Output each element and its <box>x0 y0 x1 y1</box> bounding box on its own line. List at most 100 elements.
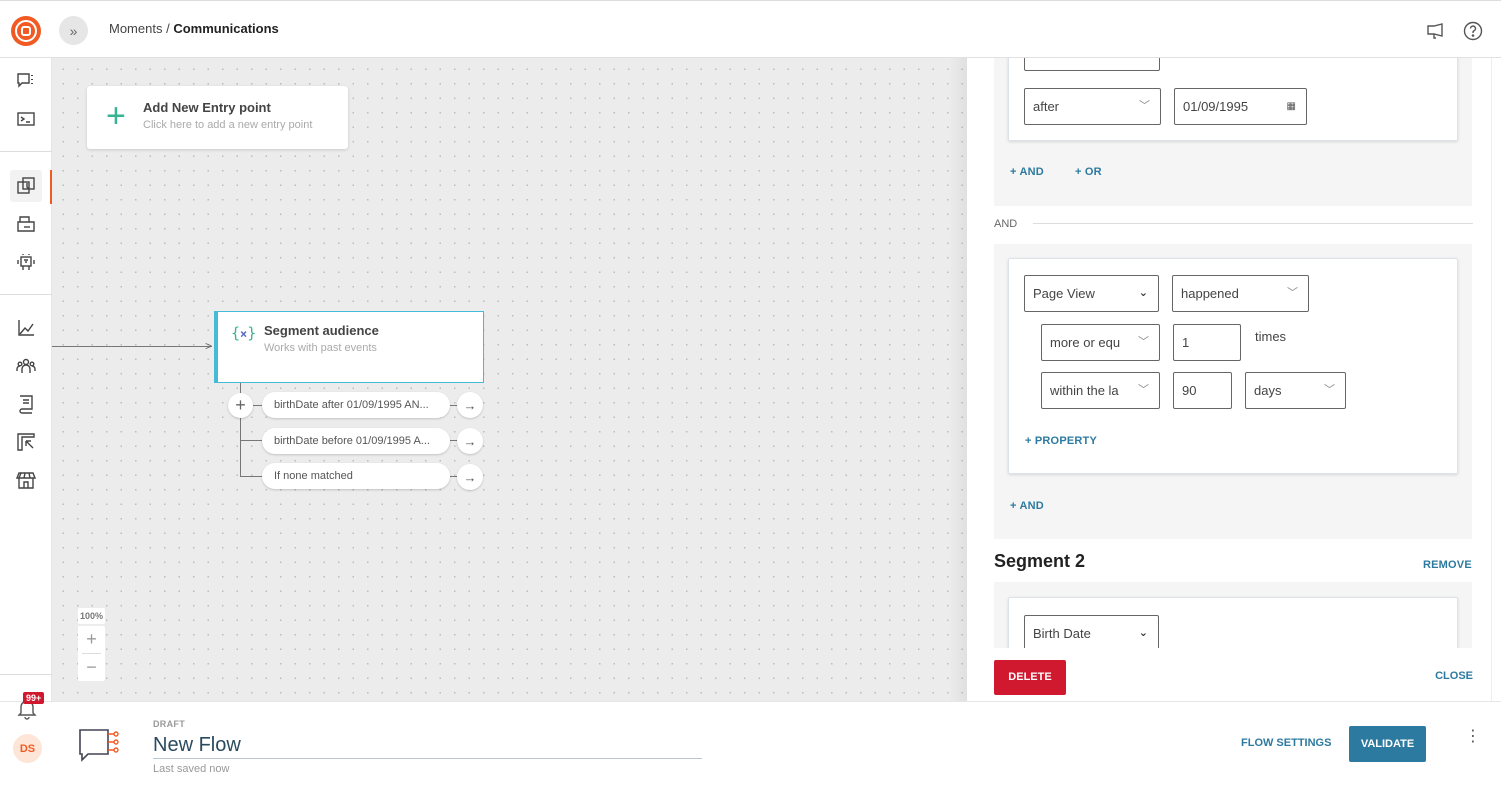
moments-icon <box>17 177 35 194</box>
zoom-out-button[interactable]: − <box>78 654 105 681</box>
occurrence-select[interactable]: happened ﹀ <box>1172 275 1309 312</box>
segment-2-title: Segment 2 <box>994 551 1086 571</box>
arrow-right-icon: → <box>463 469 477 485</box>
nav-divider <box>0 674 52 675</box>
variable-icon: {×} <box>231 324 257 342</box>
count-unit-label: times <box>1255 329 1287 344</box>
add-and-condition[interactable]: + AND <box>1010 500 1044 512</box>
rule-card: Page View ⌄ happened ﹀ more or equ ﹀ 1 time… <box>1008 258 1458 474</box>
date-input[interactable]: 01/09/1995 ▦ <box>1174 88 1307 125</box>
add-entry-point-card[interactable]: + Add New Entry point Click here to add … <box>87 86 348 149</box>
zoom-controls: + − <box>78 626 105 681</box>
announcements-icon[interactable] <box>1426 21 1446 41</box>
arrow-right-icon: → <box>463 397 477 413</box>
campaigns-icon <box>17 216 35 232</box>
breadcrumb: Moments / Communications <box>109 21 279 36</box>
flow-canvas[interactable]: + Add New Entry point Click here to add … <box>52 58 967 701</box>
delete-button[interactable]: DELETE <box>994 660 1066 695</box>
breadcrumb-moments[interactable]: Moments <box>109 21 162 36</box>
time-operator-select[interactable]: within the la ﹀ <box>1041 372 1160 409</box>
arrow-right-icon: → <box>463 433 477 449</box>
panel-footer: DELETE CLOSE <box>967 648 1491 701</box>
nav-exchange[interactable] <box>10 426 42 458</box>
nav-campaigns[interactable] <box>10 208 42 240</box>
validate-button[interactable]: VALIDATE <box>1349 726 1426 762</box>
add-or-condition[interactable]: + OR <box>1075 166 1102 178</box>
branch-item[interactable]: birthDate after 01/09/1995 AN... <box>262 392 450 418</box>
docs-icon <box>19 395 33 414</box>
branch-item[interactable]: birthDate before 01/09/1995 A... <box>262 428 450 454</box>
analytics-icon <box>18 320 34 336</box>
time-unit-select[interactable]: days ﹀ <box>1245 372 1346 409</box>
close-button[interactable]: CLOSE <box>1435 670 1473 682</box>
bottom-bar: 99+ DS DRAFT Last saved now FLOW SETTING… <box>0 692 1501 785</box>
top-bar: » Moments / Communications <box>0 0 1501 58</box>
store-icon <box>16 472 36 489</box>
breadcrumb-communications: Communications <box>173 21 279 36</box>
rule-card: Birth Date﹀ after﹀ 01/09/1995▦ <box>1008 58 1458 141</box>
nav-store[interactable] <box>10 464 42 496</box>
frequency-operator-select[interactable]: more or equ ﹀ <box>1041 324 1160 361</box>
flow-status: DRAFT <box>153 719 185 729</box>
flow-name-input[interactable] <box>153 733 702 759</box>
left-nav <box>0 58 52 701</box>
panel-scrollbar[interactable] <box>1491 58 1501 701</box>
branch-line <box>240 476 262 477</box>
nav-console[interactable] <box>10 103 42 135</box>
branch-connect-button[interactable]: → <box>457 392 483 418</box>
count-input[interactable]: 1 <box>1173 324 1241 361</box>
branch-connect-button[interactable]: → <box>457 464 483 490</box>
nav-divider <box>0 151 52 152</box>
and-separator-line <box>1033 223 1473 224</box>
expand-sidebar-button[interactable]: » <box>59 16 88 45</box>
add-and-condition[interactable]: + AND <box>1010 166 1044 178</box>
notifications-button[interactable]: 99+ <box>16 692 45 725</box>
connector-line <box>52 346 212 347</box>
branch-line <box>240 440 262 441</box>
more-options-icon[interactable]: ⋮ <box>1465 729 1481 745</box>
plus-icon: + <box>106 97 126 135</box>
conversations-icon <box>17 73 33 88</box>
segment-audience-node[interactable]: {×} Segment audience Works with past eve… <box>214 311 484 383</box>
segment-settings-panel: Birth Date﹀ after﹀ 01/09/1995▦ + AND + O… <box>967 58 1491 701</box>
arrow-right-icon: > <box>205 339 213 353</box>
entry-card-subtitle: Click here to add a new entry point <box>143 119 313 131</box>
calendar-icon: ▦ <box>1286 101 1296 112</box>
nav-moments[interactable] <box>10 170 42 202</box>
entry-card-title: Add New Entry point <box>143 100 271 115</box>
avatar[interactable]: DS <box>13 734 42 763</box>
exchange-icon <box>17 433 35 451</box>
time-value-input[interactable]: 90 <box>1173 372 1232 409</box>
node-subtitle: Works with past events <box>264 342 377 354</box>
nav-conversations[interactable] <box>10 65 42 97</box>
plus-icon: + <box>235 395 246 415</box>
attribute-select[interactable]: Birth Date﹀ <box>1024 58 1160 71</box>
notifications-badge: 99+ <box>23 692 45 704</box>
zoom-level: 100% <box>78 608 105 624</box>
double-chevron-right-icon: » <box>69 22 78 39</box>
add-property-link[interactable]: + PROPERTY <box>1025 435 1097 447</box>
nav-analytics[interactable] <box>10 312 42 344</box>
node-title: Segment audience <box>264 323 379 338</box>
logo-icon[interactable] <box>11 16 41 46</box>
remove-segment-button[interactable]: REMOVE <box>1423 559 1472 571</box>
help-icon[interactable] <box>1463 21 1483 41</box>
nav-docs[interactable] <box>10 388 42 420</box>
nav-bots[interactable] <box>10 246 42 278</box>
attribute-select[interactable]: Birth Date ⌄ <box>1024 615 1159 652</box>
console-icon <box>17 112 35 126</box>
event-select[interactable]: Page View ⌄ <box>1024 275 1159 312</box>
last-saved-label: Last saved now <box>153 763 230 775</box>
flow-settings-button[interactable]: FLOW SETTINGS <box>1241 737 1331 749</box>
branch-connect-button[interactable]: → <box>457 428 483 454</box>
people-icon <box>16 358 36 373</box>
zoom-in-button[interactable]: + <box>78 626 105 653</box>
operator-select[interactable]: after ﹀ <box>1024 88 1161 125</box>
nav-people[interactable] <box>10 350 42 382</box>
add-branch-button[interactable]: + <box>228 393 253 418</box>
and-separator-label: AND <box>994 218 1018 230</box>
branch-item[interactable]: If none matched <box>262 463 450 489</box>
nav-divider <box>0 294 52 295</box>
bots-icon <box>17 254 35 270</box>
flow-chat-icon <box>79 729 119 762</box>
